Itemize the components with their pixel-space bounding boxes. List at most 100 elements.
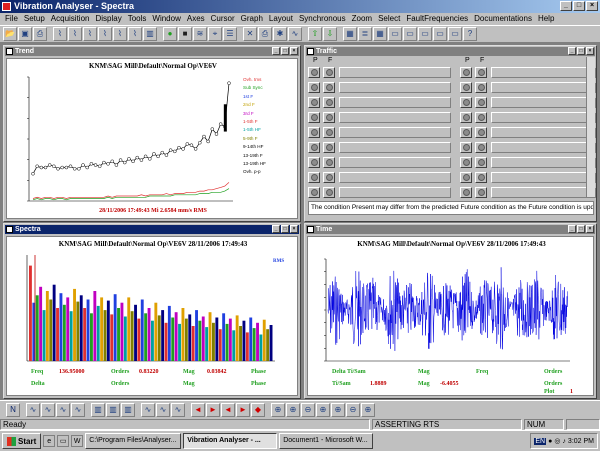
trend-point[interactable] bbox=[227, 81, 231, 85]
trend-point[interactable] bbox=[168, 148, 173, 152]
trend-point[interactable] bbox=[164, 153, 169, 157]
spectra-bar[interactable] bbox=[225, 323, 229, 361]
spectra-bar[interactable] bbox=[110, 314, 114, 361]
spectra-bar[interactable] bbox=[35, 295, 39, 361]
spectra-bar[interactable] bbox=[144, 313, 148, 361]
trend-point[interactable] bbox=[68, 164, 73, 169]
traffic-row-label[interactable] bbox=[339, 157, 451, 168]
spectra-bar[interactable] bbox=[106, 300, 110, 361]
waveform-icon[interactable]: ∿ bbox=[156, 403, 170, 417]
word-icon[interactable]: W bbox=[71, 435, 84, 447]
zoom-in-icon[interactable]: ⊕ bbox=[271, 403, 285, 417]
spectra-bar[interactable] bbox=[249, 317, 253, 362]
spectra-bar[interactable] bbox=[134, 304, 137, 361]
trend-point[interactable] bbox=[81, 163, 85, 167]
trend-point[interactable] bbox=[173, 149, 177, 154]
cursor-icon[interactable]: ⌖ bbox=[208, 27, 222, 41]
traffic-light[interactable] bbox=[323, 157, 335, 168]
traffic-light[interactable] bbox=[308, 112, 320, 123]
spectra-bar[interactable] bbox=[164, 322, 168, 361]
close-button[interactable]: × bbox=[586, 47, 594, 55]
spectra-bar[interactable] bbox=[266, 329, 270, 361]
maximize-button[interactable]: □ bbox=[281, 225, 289, 233]
traffic-titlebar[interactable]: Traffic _ □ × bbox=[306, 47, 595, 56]
waveform-icon[interactable]: ∿ bbox=[141, 403, 155, 417]
task-explorer[interactable]: C:\Program Files\Analyser... bbox=[85, 433, 182, 449]
trend-point[interactable] bbox=[93, 163, 98, 167]
trend-point[interactable] bbox=[127, 157, 131, 161]
spectra-bar[interactable] bbox=[151, 320, 154, 361]
minimize-button[interactable]: _ bbox=[568, 47, 576, 55]
traffic-row-label[interactable] bbox=[491, 187, 596, 198]
close-button[interactable]: × bbox=[290, 225, 298, 233]
traffic-row-label[interactable] bbox=[491, 82, 596, 93]
trend-point[interactable] bbox=[122, 160, 127, 165]
trend-point[interactable] bbox=[156, 154, 160, 159]
overlay-icon[interactable]: ≋ bbox=[193, 27, 207, 41]
trend-point[interactable] bbox=[189, 143, 194, 147]
trend-point[interactable] bbox=[193, 147, 198, 151]
traffic-row-label[interactable] bbox=[339, 172, 451, 183]
red-right-arrow-icon[interactable]: ► bbox=[206, 403, 220, 417]
traffic-window[interactable]: Traffic _ □ × P F P F The condition Present ma… bbox=[304, 45, 597, 222]
spectra-bar[interactable] bbox=[140, 299, 144, 362]
spectra-bar[interactable] bbox=[191, 326, 195, 361]
trend-point[interactable] bbox=[160, 150, 165, 155]
trend-point[interactable] bbox=[114, 163, 119, 167]
waveform-icon[interactable]: ∿ bbox=[41, 403, 55, 417]
spectra-bar[interactable] bbox=[262, 319, 266, 361]
trend-point[interactable] bbox=[106, 162, 110, 166]
maximize-button[interactable]: □ bbox=[281, 47, 289, 55]
grid-icon[interactable]: ▦ bbox=[343, 27, 357, 41]
spectra-bar[interactable] bbox=[195, 310, 198, 361]
traffic-light[interactable] bbox=[323, 82, 335, 93]
menu-select[interactable]: Select bbox=[375, 13, 403, 25]
maximize-button[interactable]: □ bbox=[573, 1, 585, 11]
menu-help[interactable]: Help bbox=[535, 13, 557, 25]
traffic-row-label[interactable] bbox=[339, 97, 451, 108]
spectra-bar[interactable] bbox=[242, 320, 246, 361]
menu-faultfrequencies[interactable]: FaultFrequencies bbox=[403, 13, 471, 25]
down-arrow-icon[interactable]: ⇩ bbox=[323, 27, 337, 41]
spectra-bar[interactable] bbox=[147, 308, 151, 361]
window-icon[interactable]: ▭ bbox=[433, 27, 447, 41]
traffic-light[interactable] bbox=[460, 142, 472, 153]
traffic-row-label[interactable] bbox=[339, 142, 451, 153]
menu-file[interactable]: File bbox=[2, 13, 21, 25]
spectra-bar[interactable] bbox=[184, 318, 188, 361]
trend-point[interactable] bbox=[118, 158, 123, 162]
traffic-light[interactable] bbox=[475, 142, 487, 153]
spectra-bar[interactable] bbox=[130, 311, 134, 361]
spectra-bar[interactable] bbox=[178, 323, 181, 361]
traffic-light[interactable] bbox=[475, 112, 487, 123]
spectra-bar[interactable] bbox=[228, 318, 232, 361]
trend-point[interactable] bbox=[148, 157, 152, 161]
traffic-light[interactable] bbox=[475, 172, 487, 183]
traffic-row-label[interactable] bbox=[491, 157, 596, 168]
traffic-row-label[interactable] bbox=[339, 67, 451, 78]
bar-plot-icon[interactable]: ▥ bbox=[143, 27, 157, 41]
trend-point[interactable] bbox=[110, 159, 114, 164]
traffic-light[interactable] bbox=[460, 127, 472, 138]
trend-point[interactable] bbox=[72, 167, 77, 171]
traffic-light[interactable] bbox=[460, 172, 472, 183]
spectra-bar[interactable] bbox=[269, 325, 273, 361]
ie-icon[interactable]: e bbox=[43, 435, 56, 447]
delete-icon[interactable]: ✕ bbox=[243, 27, 257, 41]
plot-icon[interactable]: ⌇ bbox=[53, 27, 67, 41]
menu-layout[interactable]: Layout bbox=[266, 13, 296, 25]
spectra-bar[interactable] bbox=[69, 311, 73, 361]
minimize-button[interactable]: _ bbox=[272, 225, 280, 233]
zoom-out-icon[interactable]: ⊖ bbox=[346, 403, 360, 417]
trend-plot-area[interactable]: KNM\SAG Mill\Default\Normal Op\VE6V 28/1… bbox=[6, 58, 298, 219]
spectra-bar[interactable] bbox=[29, 265, 32, 361]
spectra-bar[interactable] bbox=[157, 315, 161, 361]
task-word-document[interactable]: Document1 - Microsoft W... bbox=[279, 433, 374, 449]
spectra-bar[interactable] bbox=[96, 305, 100, 361]
window-icon[interactable]: ▭ bbox=[388, 27, 402, 41]
spectra-bar[interactable] bbox=[167, 305, 171, 361]
spectra-bar[interactable] bbox=[239, 326, 242, 361]
spectrum-icon[interactable]: ∿ bbox=[288, 27, 302, 41]
plot-icon[interactable]: ⌇ bbox=[68, 27, 82, 41]
traffic-row-label[interactable] bbox=[491, 67, 596, 78]
